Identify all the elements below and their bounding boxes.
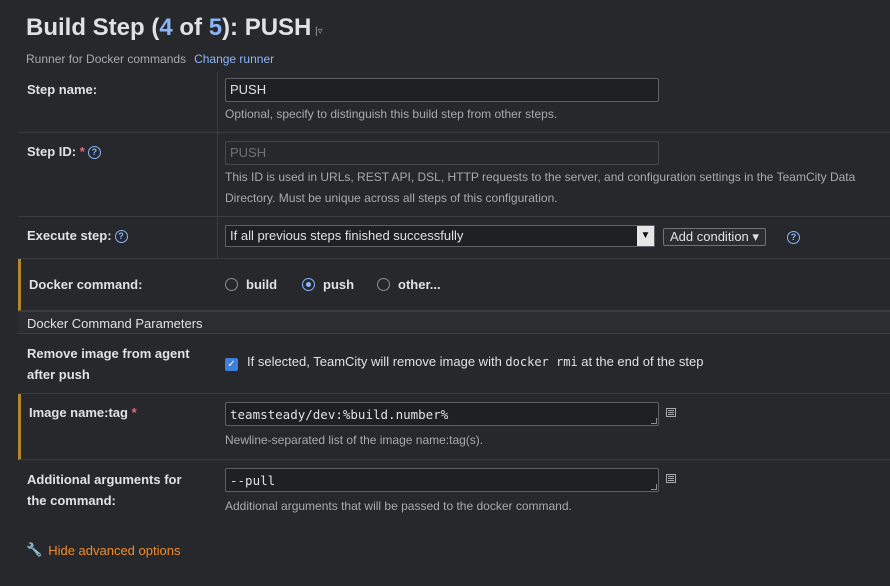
wrench-icon: 🔧 bbox=[26, 542, 43, 557]
radio-push[interactable]: push bbox=[302, 277, 354, 292]
help-icon[interactable]: ? bbox=[787, 231, 800, 244]
image-tag-hint: Newline-separated list of the image name… bbox=[225, 433, 484, 447]
remove-image-text-after: at the end of the step bbox=[577, 354, 704, 369]
resize-handle[interactable] bbox=[651, 484, 657, 490]
expand-list-icon[interactable] bbox=[666, 408, 676, 417]
remove-image-text-before: If selected, TeamCity will remove image … bbox=[247, 354, 506, 369]
additional-args-row: Additional arguments for the command: --… bbox=[18, 460, 890, 526]
image-tag-textarea[interactable]: teamsteady/dev:%build.number% bbox=[225, 402, 659, 426]
image-tag-label: Image name:tag bbox=[29, 405, 128, 420]
additional-args-hint: Additional arguments that will be passed… bbox=[225, 499, 572, 513]
remove-image-label-line1: Remove image from agent bbox=[27, 346, 190, 361]
additional-args-label-line1: Additional arguments for bbox=[27, 472, 182, 487]
column-divider bbox=[217, 217, 218, 258]
radio-push-label: push bbox=[323, 277, 355, 292]
help-icon[interactable]: ? bbox=[114, 230, 128, 243]
required-mark: * bbox=[131, 405, 137, 420]
radio-selected-icon bbox=[302, 278, 315, 291]
step-id-hint-line2: Directory. Must be unique across all ste… bbox=[225, 191, 558, 205]
change-runner-link[interactable]: Change runner bbox=[194, 52, 274, 66]
remove-image-checkbox[interactable]: ✓ bbox=[225, 358, 238, 371]
additional-args-textarea[interactable]: --pull bbox=[225, 468, 659, 492]
chevron-down-icon: ▾ bbox=[752, 229, 759, 244]
radio-other[interactable]: other... bbox=[377, 277, 441, 292]
image-tag-value: teamsteady/dev:%build.number% bbox=[230, 407, 449, 422]
docker-rmi-code: docker rmi bbox=[505, 355, 578, 369]
execute-step-label-group: Execute step:? bbox=[27, 225, 128, 246]
column-divider bbox=[217, 133, 218, 216]
add-condition-button[interactable]: Add condition ▾ bbox=[663, 228, 766, 246]
radio-icon bbox=[377, 278, 390, 291]
step-name-label: Step name: bbox=[27, 82, 98, 97]
radio-other-label: other... bbox=[398, 277, 441, 292]
step-id-hint-line1: This ID is used in URLs, REST API, DSL, … bbox=[225, 170, 856, 184]
radio-icon bbox=[225, 278, 238, 291]
step-name-row: Step name: PUSH Optional, specify to dis… bbox=[18, 72, 890, 133]
runner-line: Runner for Docker commands Change runner bbox=[26, 52, 274, 66]
image-tag-row: Image name:tag * teamsteady/dev:%build.n… bbox=[18, 394, 890, 460]
additional-args-label-line2: the command: bbox=[27, 493, 116, 508]
docker-command-row: Docker command: build push other... bbox=[18, 259, 890, 311]
remove-image-row: Remove image from agent after push ✓ If … bbox=[18, 334, 890, 394]
help-icon[interactable]: ? bbox=[87, 146, 101, 159]
hide-advanced-link[interactable]: 🔧 Hide advanced options bbox=[26, 542, 180, 558]
docker-command-label: Docker command: bbox=[29, 277, 143, 292]
select-arrow-icon: ▼ bbox=[637, 226, 654, 246]
required-mark: * bbox=[79, 144, 85, 159]
title-suffix: ): PUSH bbox=[222, 14, 312, 41]
step-id-input[interactable]: PUSH bbox=[225, 141, 659, 165]
execute-step-label: Execute step: bbox=[27, 228, 112, 243]
resize-handle[interactable] bbox=[651, 418, 657, 424]
expand-list-icon[interactable] bbox=[666, 474, 676, 483]
additional-args-value: --pull bbox=[230, 473, 276, 488]
remove-image-label-line2: after push bbox=[27, 367, 90, 382]
execute-step-row: Execute step:? If all previous steps fin… bbox=[18, 217, 890, 259]
radio-build[interactable]: build bbox=[225, 277, 277, 292]
step-current: 4 bbox=[159, 14, 173, 41]
column-divider bbox=[217, 72, 218, 132]
execute-step-select[interactable]: If all previous steps finished successfu… bbox=[225, 225, 655, 247]
page-title: Build Step (4 of 5): PUSH bbox=[26, 14, 311, 42]
step-id-label: Step ID: bbox=[27, 144, 77, 159]
step-name-hint: Optional, specify to distinguish this bu… bbox=[225, 107, 558, 121]
step-total[interactable]: 5 bbox=[209, 14, 222, 41]
hide-advanced-label: Hide advanced options bbox=[48, 542, 181, 558]
step-name-input[interactable]: PUSH bbox=[225, 78, 659, 102]
step-id-row: Step ID: *? PUSH This ID is used in URLs… bbox=[18, 133, 890, 217]
title-prefix: Build Step ( bbox=[26, 14, 160, 41]
runner-description: Runner for Docker commands bbox=[26, 52, 187, 66]
step-id-label-group: Step ID: *? bbox=[27, 141, 101, 162]
section-header: Docker Command Parameters bbox=[18, 311, 890, 334]
image-tag-label-group: Image name:tag * bbox=[29, 402, 137, 423]
steps-dropdown-icon[interactable]: |▿ bbox=[315, 26, 323, 37]
add-condition-label: Add condition bbox=[670, 229, 749, 244]
remove-image-description: If selected, TeamCity will remove image … bbox=[247, 354, 703, 369]
title-of: of bbox=[172, 14, 209, 41]
execute-step-selected: If all previous steps finished successfu… bbox=[230, 228, 464, 243]
radio-build-label: build bbox=[246, 277, 278, 292]
